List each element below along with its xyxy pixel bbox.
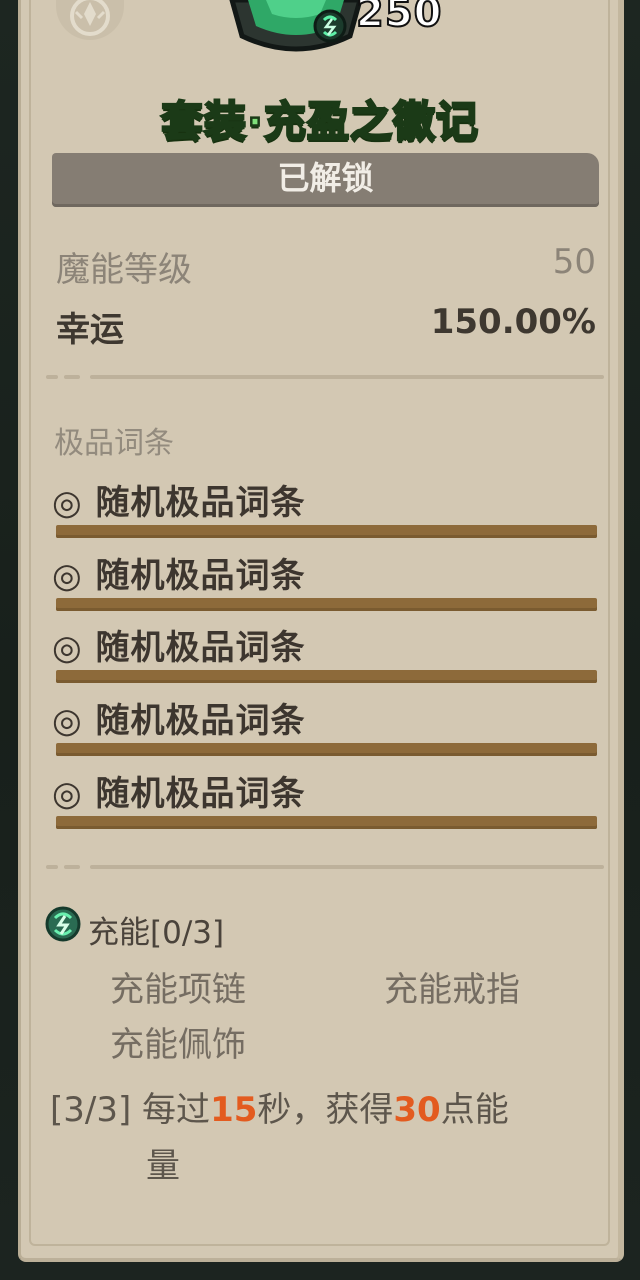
- stat-row-luck: 幸运 150.00%: [56, 302, 596, 350]
- affix-bar: [56, 598, 597, 611]
- affix-text: ◎ 随机极品词条: [52, 483, 306, 523]
- item-badge-icon: [226, 0, 366, 60]
- affix-bar: [56, 743, 597, 756]
- affix-item: ◎ 随机极品词条: [52, 620, 597, 694]
- set-bonus-description: [3/3] 每过15秒，获得30点能 量: [50, 1082, 590, 1194]
- affix-bar: [56, 670, 597, 683]
- affix-item: ◎ 随机极品词条: [52, 766, 597, 840]
- charge-piece-ring: 充能戒指: [384, 970, 520, 1010]
- set-title: 套装·充盈之徽记: [160, 96, 479, 148]
- unlock-status-bar: 已解锁: [52, 153, 599, 207]
- bonus-wrap: 量: [146, 1146, 180, 1186]
- bonus-seconds: 15: [210, 1090, 258, 1130]
- stat-row-magic-level: 魔能等级 50: [56, 242, 596, 290]
- stat-label: 魔能等级: [56, 250, 192, 290]
- unlock-status-label: 已解锁: [277, 159, 374, 197]
- charge-set-title: 充能[0/3]: [88, 915, 225, 951]
- affix-item: ◎ 随机极品词条: [52, 693, 597, 767]
- stat-value: 150.00%: [430, 302, 596, 342]
- stat-label: 幸运: [56, 310, 124, 350]
- bonus-prefix: [3/3] 每过: [50, 1090, 211, 1130]
- bonus-points: 30: [393, 1090, 441, 1130]
- emblem-icon: [56, 0, 124, 40]
- bonus-suffix: 点能: [440, 1090, 509, 1130]
- affix-text: ◎ 随机极品词条: [52, 774, 306, 814]
- affix-section-title: 极品词条: [54, 426, 174, 461]
- item-level: 250: [355, 0, 443, 37]
- affix-bar: [56, 525, 597, 538]
- charge-icon: [44, 905, 82, 947]
- stat-value: 50: [552, 242, 596, 282]
- affix-text: ◎ 随机极品词条: [52, 556, 306, 596]
- divider: [46, 375, 604, 379]
- charge-piece-necklace: 充能项链: [110, 970, 246, 1010]
- affix-item: ◎ 随机极品词条: [52, 548, 597, 622]
- affix-text: ◎ 随机极品词条: [52, 701, 306, 741]
- divider: [46, 865, 604, 869]
- bonus-middle: 秒，获得: [257, 1090, 394, 1130]
- affix-item: ◎ 随机极品词条: [52, 475, 597, 549]
- affix-bar: [56, 816, 597, 829]
- affix-text: ◎ 随机极品词条: [52, 628, 306, 668]
- charge-piece-accessory: 充能佩饰: [110, 1025, 246, 1065]
